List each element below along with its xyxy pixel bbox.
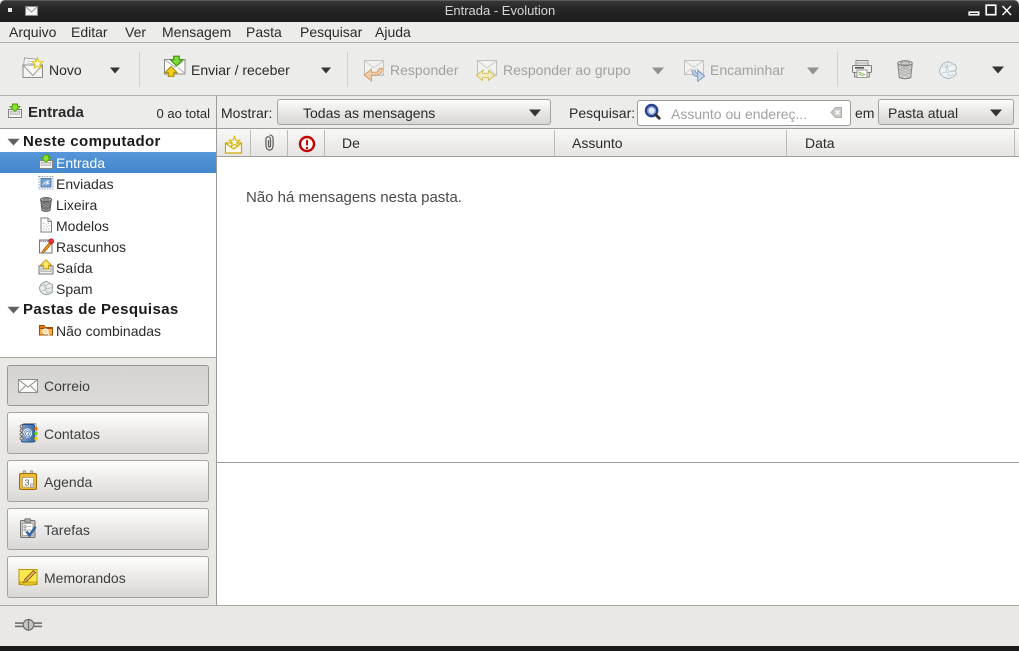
svg-text:@: @ [23,428,32,438]
svg-text:3: 3 [25,477,30,487]
